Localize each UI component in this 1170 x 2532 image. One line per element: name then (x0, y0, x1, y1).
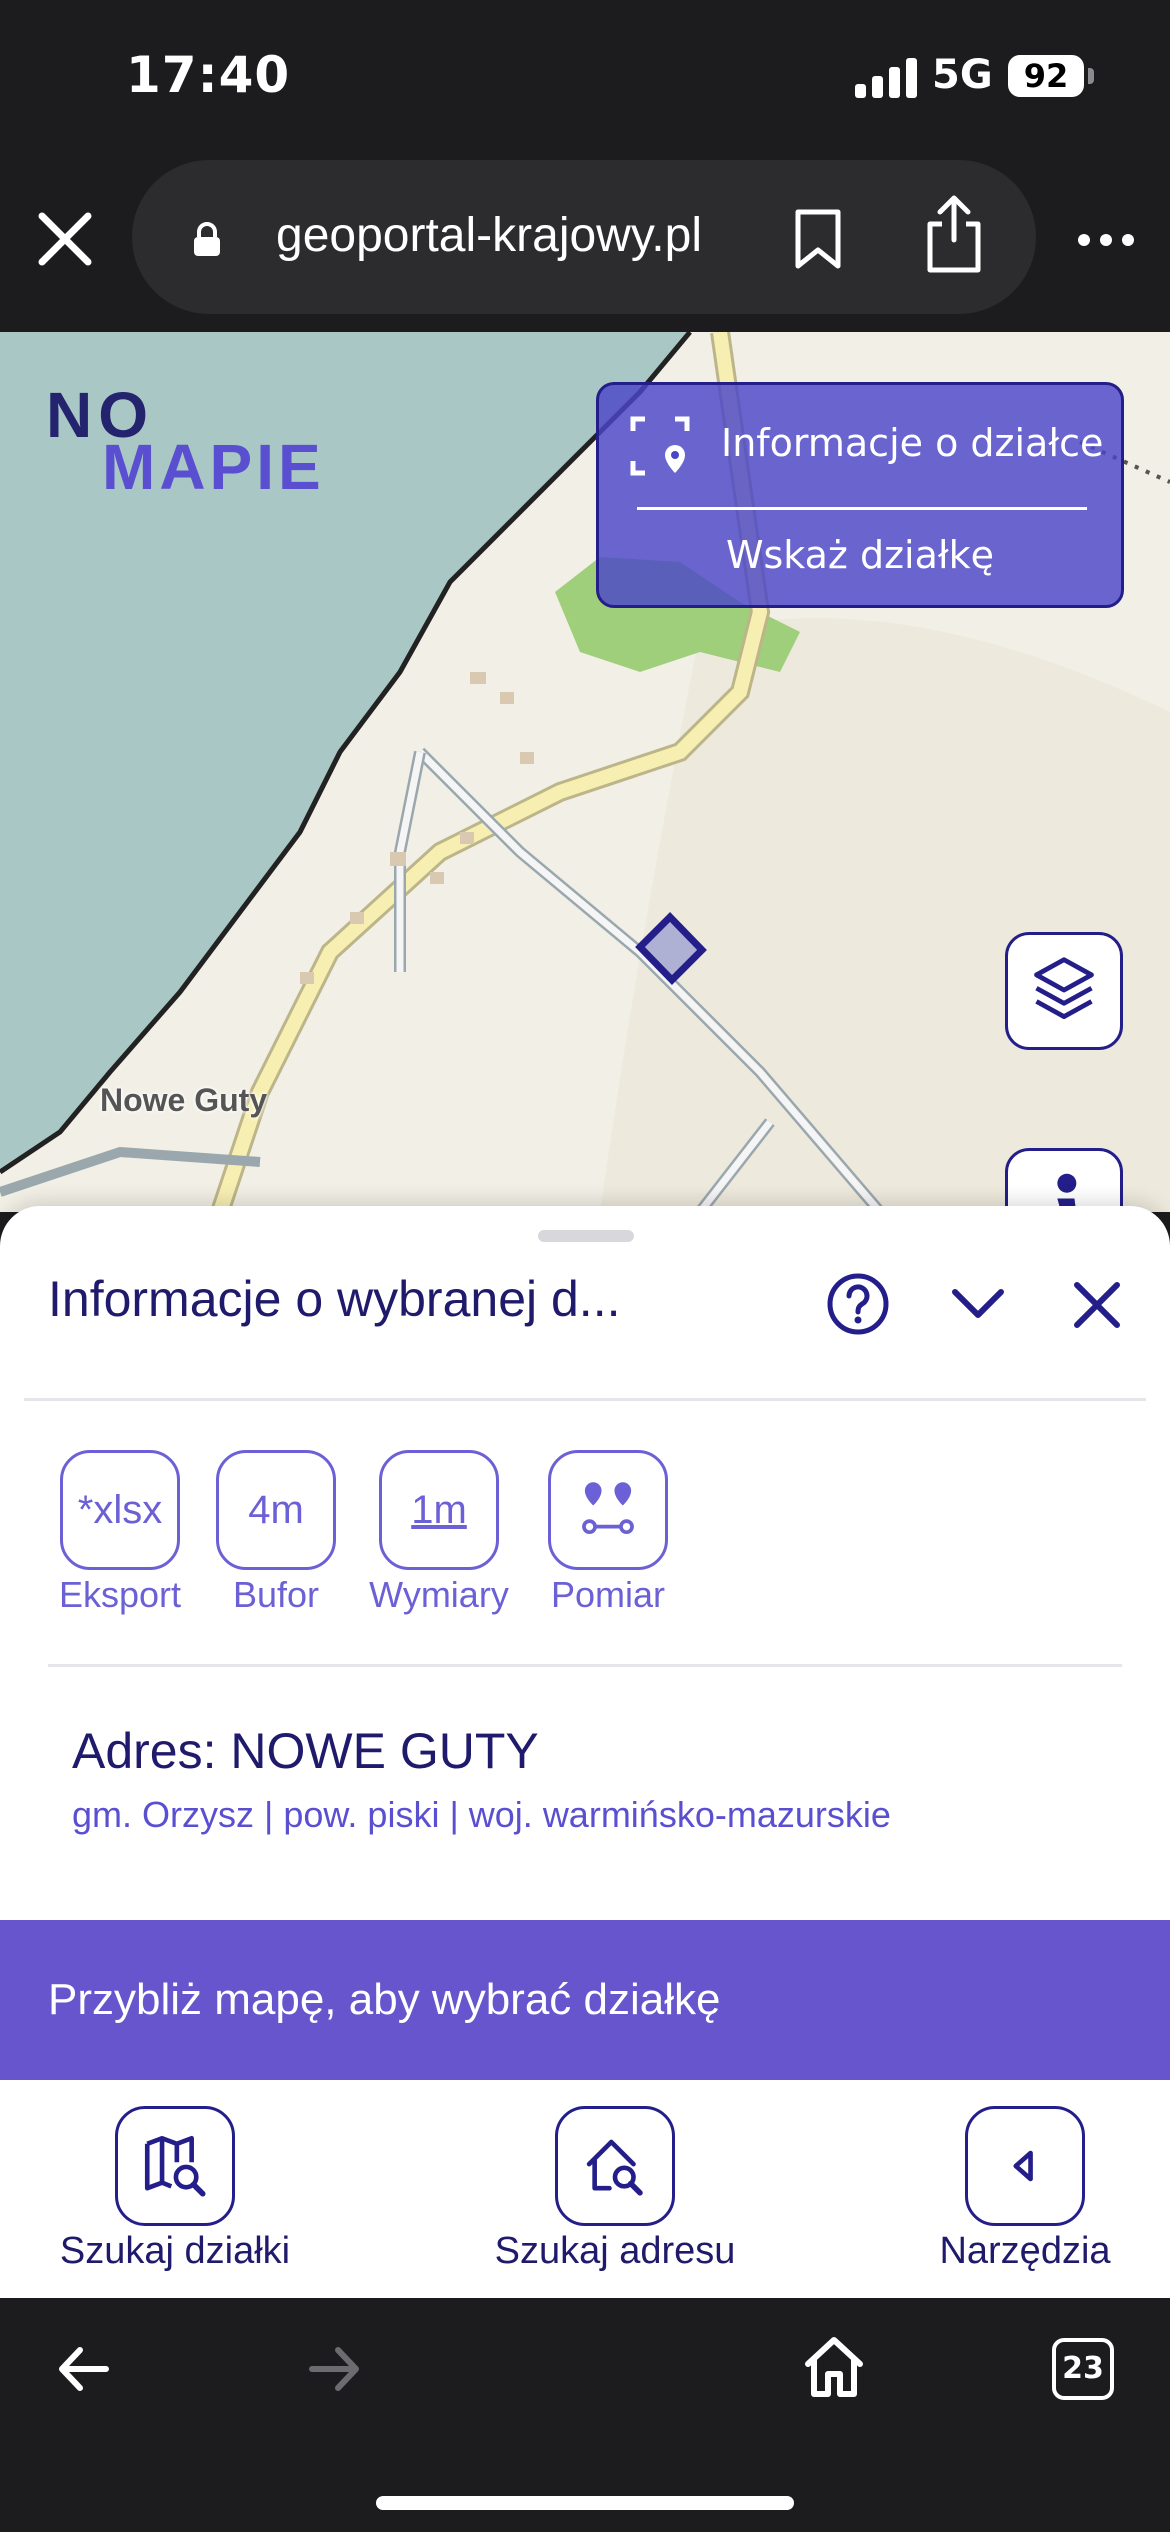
home-icon[interactable] (804, 2334, 864, 2398)
status-time: 17:40 (126, 46, 291, 104)
browser-bottom-bar: 23 (0, 2298, 1170, 2532)
person-icon (1057, 1173, 1077, 1212)
parcel-info-title[interactable]: Informacje o działce (721, 421, 1103, 465)
lock-icon (194, 222, 220, 256)
sheet-divider (24, 1398, 1146, 1401)
home-search-icon (586, 2139, 643, 2196)
address-title: Adres: NOWE GUTY (72, 1723, 539, 1779)
export-tool[interactable]: *xlsx Eksport (48, 1450, 192, 1616)
measure-pins-icon (582, 1482, 634, 1535)
buffer-icon[interactable]: 4m (216, 1450, 336, 1570)
layers-button[interactable] (1005, 932, 1123, 1050)
buffer-tool[interactable]: 4m Bufor (216, 1450, 336, 1616)
close-sheet-icon[interactable] (1072, 1280, 1122, 1330)
triangle-left-icon (1013, 2150, 1033, 2182)
nav-tools[interactable]: Narzędzia (920, 2106, 1130, 2273)
signal-icon (855, 58, 917, 98)
search-parcel-button[interactable] (115, 2106, 235, 2226)
status-bar: 17:40 5G 92 (0, 0, 1170, 150)
sheet-divider (48, 1664, 1122, 1667)
nav-label: Szukaj adresu (494, 2230, 736, 2272)
layers-icon (1034, 957, 1094, 1019)
browser-toolbar: geoportal-krajowy.pl (0, 150, 1170, 332)
measure-button[interactable] (548, 1450, 668, 1570)
export-icon[interactable]: *xlsx (60, 1450, 180, 1570)
measure-label: Pomiar (550, 1574, 666, 1615)
bookmark-icon[interactable] (792, 208, 844, 270)
address-detail: gm. Orzysz | pow. piski | woj. warmińsko… (72, 1794, 891, 1835)
network-type: 5G (932, 52, 993, 98)
search-address-button[interactable] (555, 2106, 675, 2226)
map-view[interactable]: NO MAPIE Informacje o działce Wskaż dzia… (0, 332, 1170, 1212)
parcel-select-icon (630, 416, 690, 476)
more-icon[interactable] (1076, 230, 1136, 250)
nav-label: Narzędzia (939, 2230, 1111, 2272)
nav-search-address[interactable]: Szukaj adresu (480, 2106, 750, 2273)
back-arrow-icon[interactable] (56, 2344, 112, 2394)
battery-tip (1088, 68, 1094, 84)
sheet-grabber[interactable] (538, 1230, 634, 1242)
logo-text-bottom: MAPIE (102, 431, 325, 503)
street-view-button[interactable] (1005, 1148, 1123, 1212)
nav-label: Szukaj działki (59, 2230, 291, 2272)
export-label: Eksport (58, 1574, 182, 1615)
battery-icon: 92 (1008, 55, 1084, 97)
close-icon[interactable] (36, 210, 94, 268)
parcel-info-sheet: Informacje o wybranej d... *xlsx Eksport… (0, 1206, 1170, 1920)
app-logo: NO MAPIE (46, 378, 326, 503)
dimensions-tool[interactable]: 1m Wymiary (356, 1450, 522, 1616)
map-search-icon (144, 2135, 206, 2197)
dimensions-label: Wymiary (369, 1574, 509, 1615)
chevron-down-icon[interactable] (950, 1286, 1006, 1322)
help-icon[interactable] (826, 1272, 890, 1336)
panel-divider (637, 507, 1087, 510)
parcel-info-panel[interactable]: Informacje o działce Wskaż działkę (596, 382, 1124, 608)
dimensions-icon[interactable]: 1m (379, 1450, 499, 1570)
home-indicator (376, 2496, 794, 2510)
show-parcel-button[interactable]: Wskaż działkę (599, 533, 1121, 577)
town-label: Nowe Guty (100, 1082, 268, 1118)
sheet-title: Informacje o wybranej d... (48, 1271, 621, 1327)
forward-arrow-icon[interactable] (306, 2344, 362, 2394)
bottom-navigation: Szukaj działki Szukaj adresu Narzędzia (0, 2080, 1170, 2298)
measure-tool[interactable]: Pomiar (540, 1450, 676, 1616)
zoom-hint-banner: Przybliż mapę, aby wybrać działkę (0, 1920, 1170, 2080)
share-icon[interactable] (922, 194, 986, 274)
nav-search-parcel[interactable]: Szukaj działki (48, 2106, 302, 2273)
tools-button[interactable] (965, 2106, 1085, 2226)
tabs-button[interactable]: 23 (1052, 2338, 1114, 2400)
buffer-label: Bufor (232, 1574, 320, 1615)
address-bar[interactable]: geoportal-krajowy.pl (132, 160, 1036, 314)
url-text: geoportal-krajowy.pl (276, 209, 702, 262)
